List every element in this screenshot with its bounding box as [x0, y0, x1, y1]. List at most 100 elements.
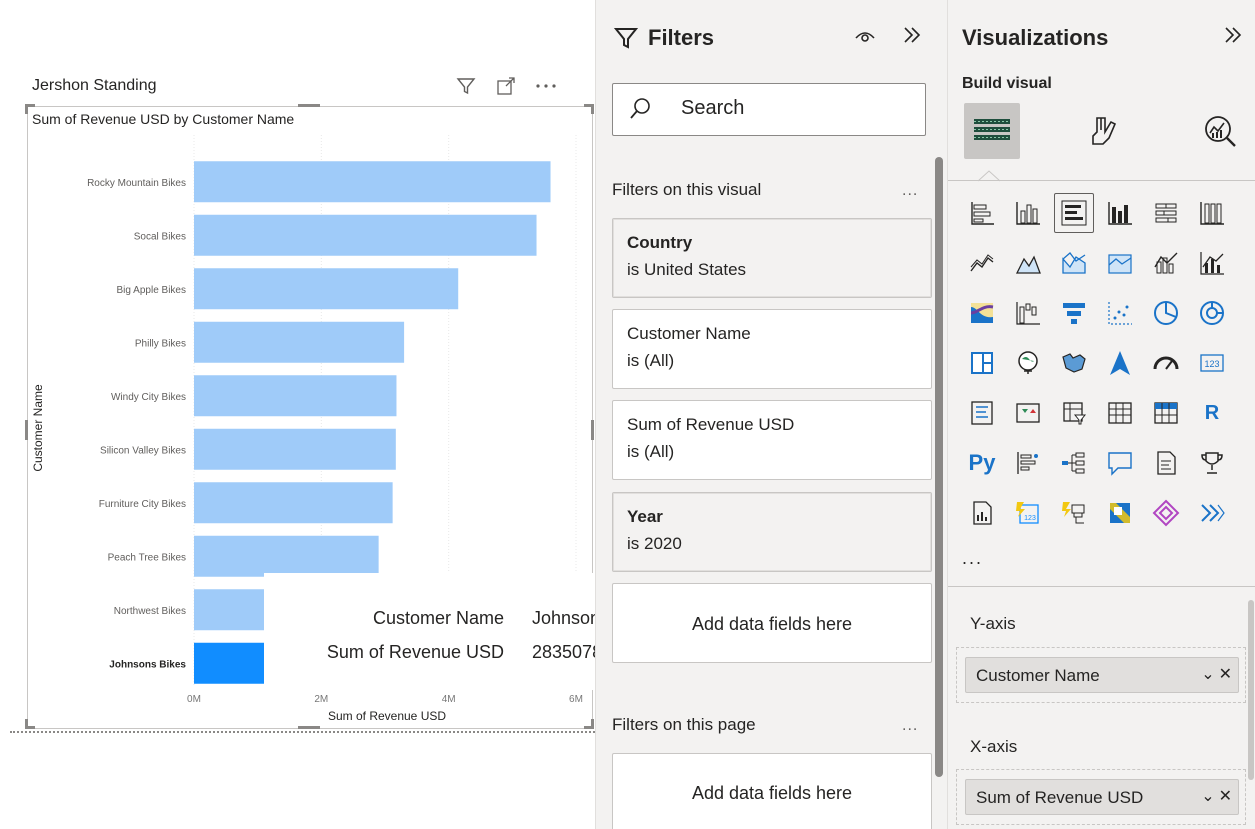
filter-icon[interactable] — [453, 75, 479, 97]
stacked-column-chart-icon[interactable] — [1008, 193, 1048, 233]
filter-name: Customer Name — [627, 324, 751, 343]
visio-icon[interactable] — [1100, 493, 1140, 533]
filters-on-page-heading: Filters on this page — [612, 715, 756, 734]
stacked-area-chart-icon[interactable] — [1054, 243, 1094, 283]
resize-handle[interactable] — [591, 719, 594, 729]
remove-field-icon[interactable]: ✕ — [1219, 786, 1232, 806]
resize-handle[interactable] — [591, 420, 594, 440]
clustered-column-chart-icon[interactable] — [1100, 193, 1140, 233]
power-automate-icon[interactable] — [1054, 493, 1094, 533]
filter-icon — [614, 28, 638, 49]
y-axis-well[interactable]: Customer Name ⌄ ✕ — [956, 647, 1246, 703]
filter-card-customer-name[interactable]: Customer Name is (All) — [612, 309, 932, 389]
focus-mode-icon[interactable] — [493, 75, 519, 97]
paginated-report-icon[interactable] — [962, 493, 1002, 533]
gauge-icon[interactable] — [1146, 343, 1186, 383]
bar[interactable] — [194, 214, 537, 256]
chevron-down-icon[interactable]: ⌄ — [1201, 786, 1214, 806]
area-chart-icon[interactable] — [1008, 243, 1048, 283]
bar[interactable] — [194, 321, 405, 363]
waterfall-chart-icon[interactable] — [1008, 293, 1048, 333]
x-axis-well[interactable]: Sum of Revenue USD ⌄ ✕ — [956, 769, 1246, 825]
power-bi-icon[interactable] — [1146, 493, 1186, 533]
bar[interactable] — [194, 161, 551, 203]
funnel-chart-icon[interactable] — [1054, 293, 1094, 333]
bar[interactable] — [194, 375, 397, 417]
donut-chart-icon[interactable] — [1192, 293, 1232, 333]
filter-card-sum-of-revenue[interactable]: Sum of Revenue USD is (All) — [612, 400, 932, 480]
resize-handle[interactable] — [25, 104, 28, 114]
filled-map-icon[interactable] — [1054, 343, 1094, 383]
power-apps-icon[interactable]: 123 — [1008, 493, 1048, 533]
build-visual-tab[interactable] — [964, 103, 1020, 159]
page-filters-more-button[interactable]: ... — [902, 717, 918, 735]
resize-handle[interactable] — [591, 104, 594, 114]
bar[interactable] — [194, 482, 393, 524]
add-visual-filter-dropzone[interactable]: Add data fields here — [612, 583, 932, 663]
card-icon[interactable]: 123 — [1192, 343, 1232, 383]
svg-text:123: 123 — [1204, 359, 1219, 369]
map-icon[interactable] — [1008, 343, 1048, 383]
field-pill-label: Sum of Revenue USD — [976, 788, 1144, 807]
r-visual-icon[interactable]: R — [1192, 393, 1232, 433]
bar[interactable] — [194, 535, 379, 577]
more-visuals-button[interactable]: ... — [962, 548, 983, 569]
filter-name: Year — [627, 507, 663, 526]
visual-filters-more-button[interactable]: ... — [902, 182, 918, 200]
add-page-filter-dropzone[interactable]: Add data fields here — [612, 753, 932, 829]
line-chart-icon[interactable] — [962, 243, 1002, 283]
field-pill-label: Customer Name — [976, 666, 1100, 685]
decomposition-tree-icon[interactable] — [1054, 443, 1094, 483]
filter-card-country[interactable]: Country is United States — [612, 218, 932, 298]
100-stacked-bar-chart-icon[interactable] — [1146, 193, 1186, 233]
collapse-visualizations-icon[interactable] — [1222, 24, 1244, 52]
kpi-icon[interactable] — [1008, 393, 1048, 433]
stacked-bar-chart-icon[interactable] — [962, 193, 1002, 233]
analytics-icon — [1205, 116, 1236, 147]
filters-search-box[interactable] — [612, 83, 926, 136]
matrix-icon[interactable] — [1146, 393, 1186, 433]
scatter-chart-icon[interactable] — [1100, 293, 1140, 333]
filter-card-year[interactable]: Year is 2020 — [612, 492, 932, 572]
field-pill-sum-of-revenue[interactable]: Sum of Revenue USD ⌄ ✕ — [965, 779, 1239, 815]
ribbon-chart-icon[interactable] — [962, 293, 1002, 333]
visualizations-scrollbar[interactable] — [1248, 600, 1254, 780]
remove-field-icon[interactable]: ✕ — [1219, 664, 1232, 684]
well-label-y-axis: Y-axis — [970, 614, 1016, 633]
filters-scrollbar[interactable] — [935, 157, 943, 777]
analytics-tab[interactable] — [1192, 103, 1248, 159]
more-visuals-icon[interactable] — [1192, 493, 1232, 533]
more-options-icon[interactable] — [533, 75, 559, 97]
x-tick-label: 0M — [187, 694, 201, 705]
bar[interactable] — [194, 428, 396, 470]
collapse-filters-icon[interactable] — [901, 24, 923, 52]
slicer-icon[interactable] — [1054, 393, 1094, 433]
field-pill-customer-name[interactable]: Customer Name ⌄ ✕ — [965, 657, 1239, 693]
line-stacked-column-chart-icon[interactable] — [1146, 243, 1186, 283]
bar[interactable] — [194, 268, 459, 310]
100-stacked-column-chart-icon[interactable] — [1192, 193, 1232, 233]
category-label: Johnsons Bikes — [109, 659, 186, 670]
report-canvas[interactable]: Jershon Standing Sum of Revenue USD by C… — [0, 0, 714, 829]
chevron-down-icon[interactable]: ⌄ — [1201, 664, 1214, 684]
filter-name: Country — [627, 233, 693, 252]
table-icon[interactable] — [1100, 393, 1140, 433]
key-influencers-icon[interactable] — [1008, 443, 1048, 483]
python-visual-icon[interactable]: Py — [962, 443, 1002, 483]
100-stacked-area-chart-icon[interactable] — [1100, 243, 1140, 283]
treemap-icon[interactable] — [962, 343, 1002, 383]
tooltip-key: Customer Name — [372, 608, 504, 628]
line-clustered-column-chart-icon[interactable] — [1192, 243, 1232, 283]
qa-icon[interactable] — [1100, 443, 1140, 483]
resize-handle[interactable] — [298, 104, 320, 107]
smart-narrative-icon[interactable] — [1146, 443, 1186, 483]
pie-chart-icon[interactable] — [1146, 293, 1186, 333]
azure-map-icon[interactable] — [1100, 343, 1140, 383]
multi-row-card-icon[interactable] — [962, 393, 1002, 433]
eye-icon[interactable] — [854, 28, 876, 49]
visual-header-title: Jershon Standing — [32, 77, 157, 94]
metrics-icon[interactable] — [1192, 443, 1232, 483]
format-visual-tab[interactable] — [1076, 103, 1132, 159]
search-input[interactable] — [681, 97, 901, 120]
clustered-bar-chart-icon[interactable] — [1054, 193, 1094, 233]
